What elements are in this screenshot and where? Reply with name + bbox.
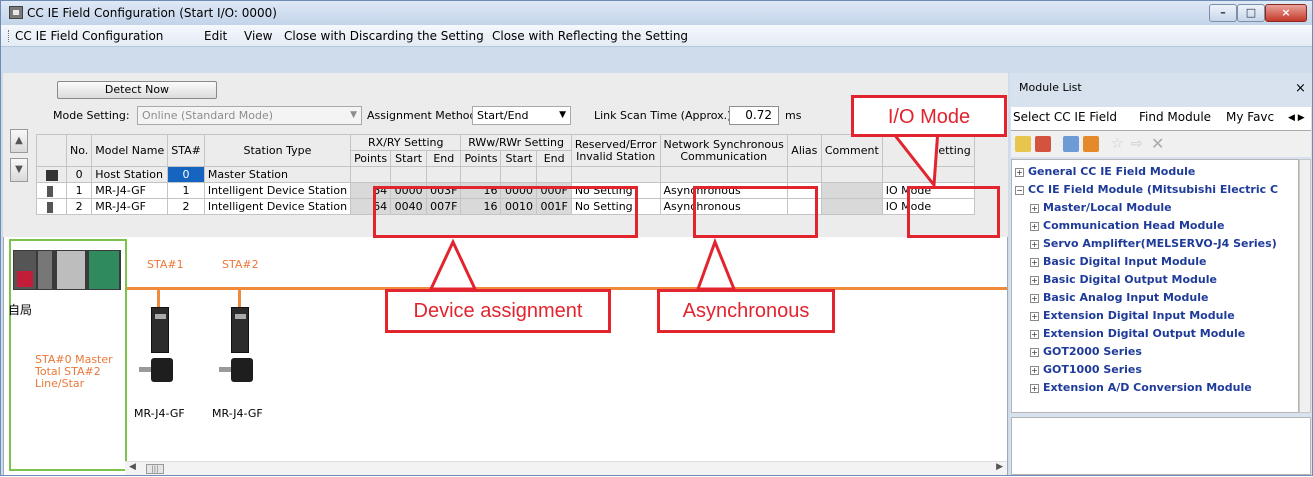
callout-pointers xyxy=(428,127,940,291)
config-window: CC IE Field Configuration (Start I/O: 00… xyxy=(0,0,1313,476)
asynchronous-callout: Asynchronous xyxy=(657,289,835,333)
io-mode-callout: I/O Mode xyxy=(851,95,1007,137)
device-assignment-callout: Device assignment xyxy=(385,289,611,333)
